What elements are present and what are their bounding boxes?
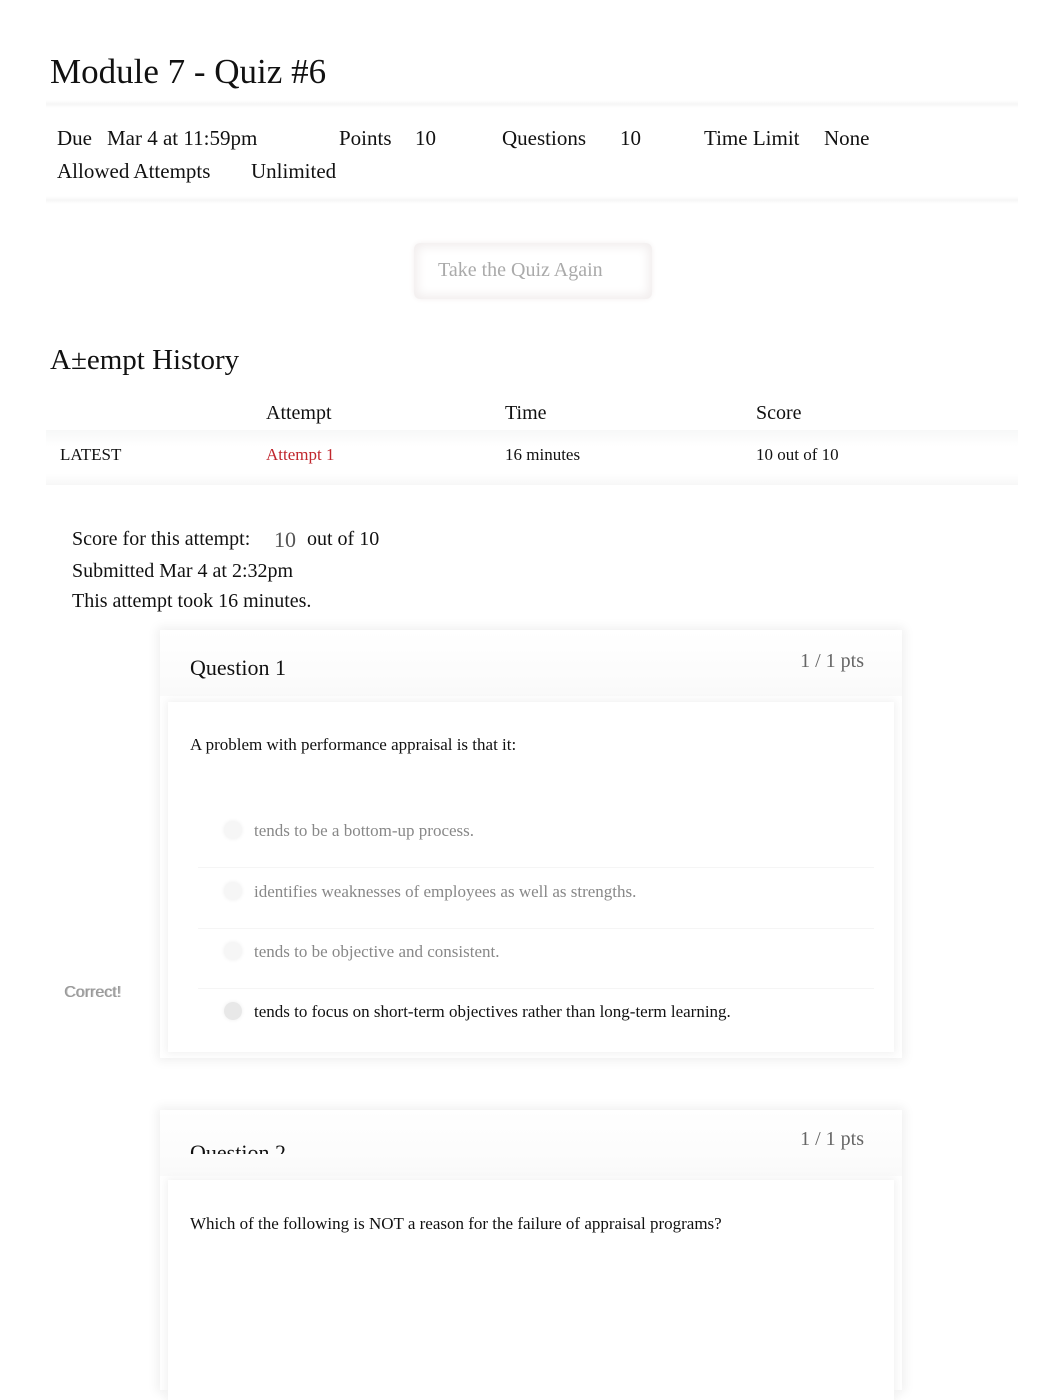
header-attempt: Attempt bbox=[266, 402, 332, 424]
due-label: Due bbox=[57, 126, 92, 150]
due-value: Mar 4 at 11:59pm bbox=[107, 126, 258, 150]
question-points: 1 / 1 pts bbox=[800, 1128, 864, 1150]
attempts-value: Unlimited bbox=[251, 159, 337, 183]
question-body: A problem with performance appraisal is … bbox=[168, 702, 894, 1052]
attempt-history-title: A±empt History bbox=[50, 344, 240, 376]
submitted-text: Submitted Mar 4 at 2:32pm bbox=[72, 560, 294, 582]
points-label: Points bbox=[339, 126, 392, 150]
score-out-of: out of 10 bbox=[307, 528, 380, 550]
question-text: A problem with performance appraisal is … bbox=[190, 735, 517, 754]
attempt-score: 10 out of 10 bbox=[756, 445, 839, 464]
divider bbox=[46, 100, 1018, 108]
answer-text: identifies weaknesses of employees as we… bbox=[254, 882, 637, 901]
button-label: Take the Quiz Again bbox=[438, 259, 603, 281]
latest-tag: LATEST bbox=[60, 445, 122, 464]
radio-icon[interactable] bbox=[224, 882, 242, 900]
question-title: Question 1 bbox=[190, 655, 286, 680]
question-text: Which of the following is NOT a reason f… bbox=[190, 1214, 722, 1233]
score-value: 10 bbox=[274, 527, 296, 552]
correct-feedback: Correct! bbox=[64, 984, 121, 1001]
attempt-time: 16 minutes bbox=[505, 445, 581, 464]
header-score: Score bbox=[756, 402, 802, 424]
answer-option[interactable]: identifies weaknesses of employees as we… bbox=[198, 868, 874, 929]
header-time: Time bbox=[505, 402, 547, 424]
answer-option-selected[interactable]: tends to focus on short-term objectives … bbox=[198, 988, 874, 1048]
score-label: Score for this attempt: bbox=[72, 528, 251, 550]
radio-selected-icon[interactable] bbox=[224, 1002, 242, 1020]
answer-option[interactable]: tends to be a bottom-up process. bbox=[198, 807, 874, 868]
question-title-clip: Question 2 bbox=[190, 1136, 390, 1154]
question-body: Which of the following is NOT a reason f… bbox=[168, 1180, 894, 1400]
question-title: Question 2 bbox=[190, 1140, 286, 1154]
answer-text: tends to be objective and consistent. bbox=[254, 942, 500, 961]
points-value: 10 bbox=[415, 126, 436, 150]
answer-text: tends to be a bottom-up process. bbox=[254, 821, 475, 840]
radio-icon[interactable] bbox=[224, 942, 242, 960]
questions-label: Questions bbox=[502, 126, 586, 150]
page-title: Module 7 - Quiz #6 bbox=[50, 52, 327, 91]
radio-icon[interactable] bbox=[224, 821, 242, 839]
time-limit-value: None bbox=[824, 126, 870, 150]
attempt-link[interactable]: Attempt 1 bbox=[266, 445, 334, 465]
divider bbox=[46, 196, 1018, 204]
take-quiz-again-button[interactable]: Take the Quiz Again bbox=[414, 243, 652, 299]
answer-text: tends to focus on short-term objectives … bbox=[254, 1002, 731, 1021]
question-2-card: Question 2 1 / 1 pts Which of the follow… bbox=[160, 1110, 902, 1400]
attempts-label: Allowed Attempts bbox=[57, 159, 211, 183]
duration-text: This attempt took 16 minutes. bbox=[72, 590, 312, 612]
questions-value: 10 bbox=[620, 126, 641, 150]
question-1-card: Question 1 1 / 1 pts A problem with perf… bbox=[160, 630, 902, 1058]
question-points: 1 / 1 pts bbox=[800, 650, 864, 672]
time-limit-label: Time Limit bbox=[704, 126, 800, 150]
answer-option[interactable]: tends to be objective and consistent. bbox=[198, 928, 874, 989]
